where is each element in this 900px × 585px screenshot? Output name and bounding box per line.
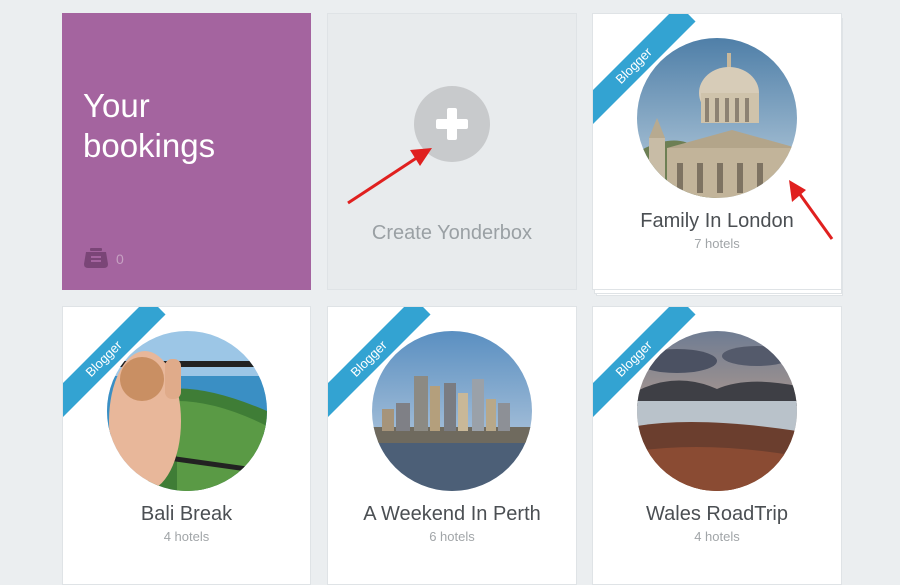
- box-title: A Weekend In Perth: [363, 503, 541, 525]
- box-title: Bali Break: [140, 503, 233, 525]
- bookings-count: 0: [116, 251, 124, 267]
- box-hotel-count: 6 hotels: [429, 529, 475, 544]
- box-photo-st-pauls: [637, 38, 797, 198]
- create-yonderbox-label: Create Yonderbox: [371, 222, 533, 244]
- plus-icon[interactable]: [414, 86, 490, 162]
- box-card-family-in-london[interactable]: Blogger Family In London 7 hotels: [592, 13, 842, 290]
- box-hotel-count: 7 hotels: [694, 236, 740, 251]
- create-yonderbox-tile[interactable]: Create Yonderbox: [327, 13, 577, 290]
- box-card-bali-break[interactable]: Blogger Bali Break 4 hotels: [62, 306, 311, 585]
- inbox-icon: [83, 246, 109, 270]
- box-photo-wales: [637, 331, 797, 491]
- your-bookings-tile[interactable]: Your bookings 0: [62, 13, 311, 290]
- box-hotel-count: 4 hotels: [163, 529, 210, 544]
- box-photo-bali: [107, 331, 267, 491]
- box-hotel-count: 4 hotels: [694, 529, 740, 544]
- box-photo-perth: [372, 331, 532, 491]
- box-card-weekend-in-perth[interactable]: Blogger A Weekend In Perth 6 hotels: [327, 306, 577, 585]
- box-title: Wales RoadTrip: [646, 503, 788, 525]
- box-title: Family In London: [640, 210, 794, 232]
- box-card-wales-roadtrip[interactable]: Blogger Wales RoadTrip 4 hotels: [592, 306, 842, 585]
- your-bookings-title: Your bookings: [83, 87, 216, 164]
